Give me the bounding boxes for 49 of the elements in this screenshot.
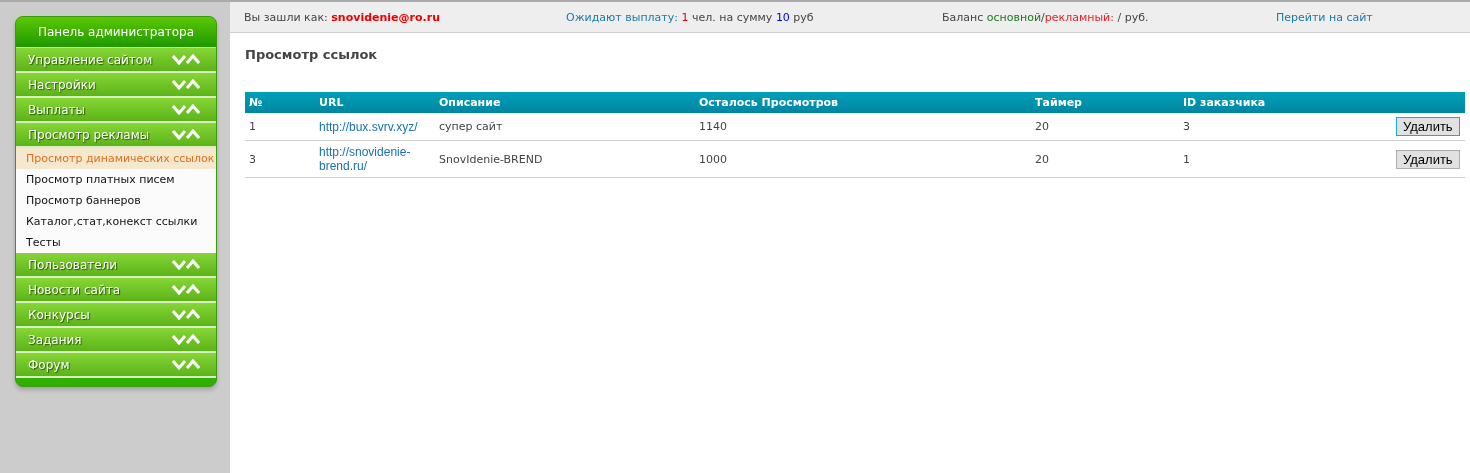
status-text: Баланс основной/рекламный: / руб. bbox=[942, 10, 1150, 24]
table-cell: SnovIdenie-BREND bbox=[435, 140, 695, 178]
column-header: ID заказчика bbox=[1179, 92, 1392, 113]
column-header: Описание bbox=[435, 92, 695, 113]
chevrons-icon bbox=[172, 309, 200, 320]
menu-section[interactable]: Настройки bbox=[16, 73, 216, 98]
url-link[interactable]: http://snovidenie-brend.ru/ bbox=[319, 145, 431, 173]
table-cell: 20 bbox=[1031, 113, 1179, 141]
menu-section[interactable]: Конкурсы bbox=[16, 303, 216, 328]
column-header: URL bbox=[315, 92, 435, 113]
panel-title: Панель администратора bbox=[16, 17, 216, 48]
page-title: Просмотр ссылок bbox=[245, 47, 379, 62]
menu-section[interactable]: Новости сайта bbox=[16, 278, 216, 303]
column-header: № bbox=[245, 92, 315, 113]
menu-section[interactable]: Задания bbox=[16, 328, 216, 353]
column-header: Осталось Просмотров bbox=[695, 92, 1031, 113]
table-cell: 1 bbox=[245, 113, 315, 141]
url-link[interactable]: http://bux.svrv.xyz/ bbox=[319, 119, 418, 134]
chevrons-icon bbox=[172, 129, 200, 140]
menu-section[interactable]: Форум bbox=[16, 353, 216, 378]
chevrons-icon bbox=[172, 334, 200, 345]
site-link[interactable]: Перейти на сайт bbox=[1264, 10, 1470, 24]
table-cell: 3 bbox=[1179, 113, 1392, 141]
table-cell: 1000 bbox=[695, 140, 1031, 178]
table-cell: 3 bbox=[245, 140, 315, 178]
submenu-item[interactable]: Просмотр баннеров bbox=[16, 190, 216, 211]
chevrons-icon bbox=[172, 104, 200, 115]
submenu-item[interactable]: Просмотр динамических ссылок bbox=[16, 148, 216, 169]
table-cell: 20 bbox=[1031, 140, 1179, 178]
chevrons-icon bbox=[172, 359, 200, 370]
submenu-item[interactable]: Тесты bbox=[16, 232, 216, 253]
menu-section[interactable]: Выплаты bbox=[16, 98, 216, 123]
table-cell: супер сайт bbox=[435, 113, 695, 141]
chevrons-icon bbox=[172, 259, 200, 270]
status-text: Вы зашли как: snovidenie@ro.ru bbox=[244, 10, 441, 24]
chevrons-icon bbox=[172, 79, 200, 90]
submenu-item[interactable]: Просмотр платных писем bbox=[16, 169, 216, 190]
menu-section[interactable]: Управление сайтом bbox=[16, 48, 216, 73]
menu-section[interactable]: Просмотр рекламы bbox=[16, 123, 216, 148]
table-cell: 1140 bbox=[695, 113, 1031, 141]
submenu-item[interactable]: Каталог,стат,конекст ссылки bbox=[16, 211, 216, 232]
column-header: Таймер bbox=[1031, 92, 1179, 113]
menu-section[interactable]: Пользователи bbox=[16, 253, 216, 278]
table-cell: 1 bbox=[1179, 140, 1392, 178]
delete-button[interactable]: Удалить bbox=[1396, 149, 1460, 169]
chevrons-icon bbox=[172, 54, 200, 65]
delete-button[interactable]: Удалить bbox=[1396, 117, 1460, 136]
chevrons-icon bbox=[172, 284, 200, 295]
status-text: Ожидают выплату: 1 чел. на сумму 10 руб bbox=[566, 10, 815, 24]
